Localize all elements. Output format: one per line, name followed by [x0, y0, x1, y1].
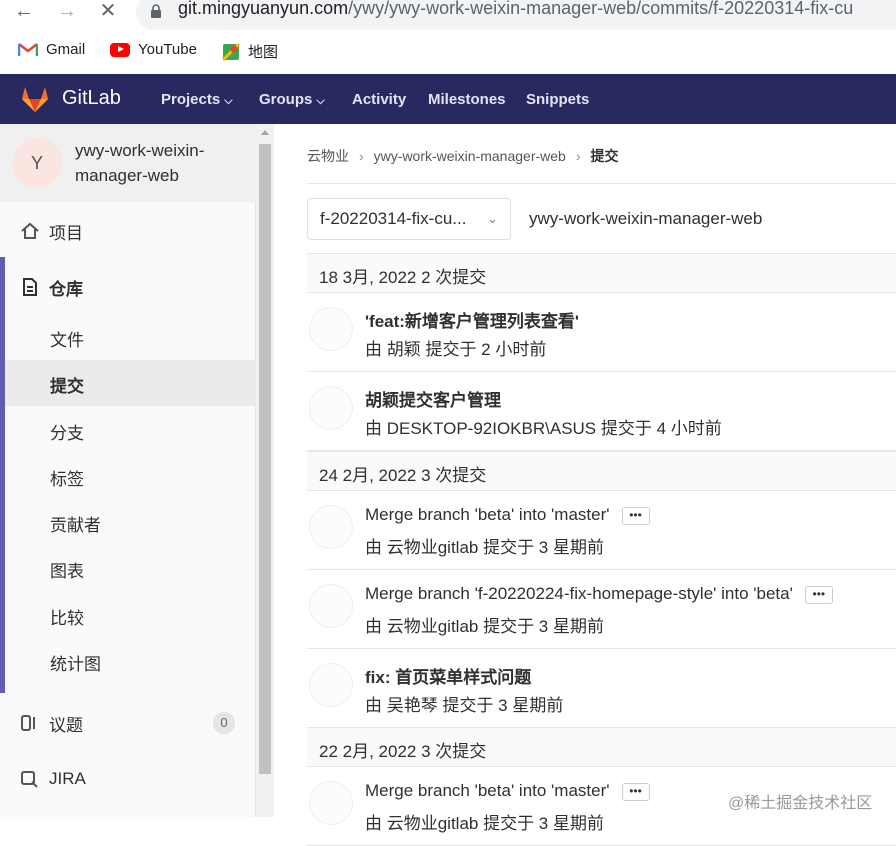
- bookmarks-bar: Gmail YouTube 地图: [0, 36, 896, 68]
- stop-loading-icon[interactable]: ✕: [96, 0, 120, 24]
- commit-meta: 由 胡颖 提交于 2 小时前: [365, 340, 547, 359]
- sidebar-item-jira[interactable]: JIRA: [0, 756, 256, 802]
- nav-projects[interactable]: Projects ⌵: [161, 91, 233, 108]
- chevron-down-icon: ⌵: [224, 95, 233, 107]
- divider: [307, 183, 896, 184]
- nav-activity[interactable]: Activity: [352, 91, 406, 108]
- project-name: ywy-work-weixin-manager-web: [75, 141, 205, 185]
- active-section-indicator: [0, 257, 5, 693]
- sidebar-sub-tags[interactable]: 标签: [0, 453, 256, 499]
- commit-title[interactable]: Merge branch 'beta' into 'master' •••: [365, 505, 650, 525]
- commit-meta: 由 云物业gitlab 提交于 3 星期前: [365, 617, 604, 636]
- sidebar-sub-compare[interactable]: 比较: [0, 592, 256, 638]
- forward-icon[interactable]: →: [55, 0, 79, 24]
- sidebar-sub-files[interactable]: 文件: [0, 314, 256, 360]
- sidebar-item-repository[interactable]: 仓库: [0, 264, 256, 310]
- chevron-right-icon: ›: [359, 148, 364, 164]
- main-content: 云物业 › ywy-work-weixin-manager-web › 提交 f-202…: [274, 124, 896, 846]
- commit-day-header: 18 3月, 2022 2 次提交: [307, 253, 896, 293]
- expand-description-button[interactable]: •••: [621, 782, 650, 801]
- gitlab-logo-icon[interactable]: [20, 85, 50, 113]
- author-avatar[interactable]: [309, 307, 353, 351]
- author-avatar[interactable]: [309, 663, 353, 707]
- commit-row[interactable]: Merge branch 'beta' into 'master' ••• 由 云…: [307, 491, 896, 570]
- sidebar-sub-commits[interactable]: 提交: [0, 360, 256, 406]
- sidebar-scroll-thumb[interactable]: [259, 144, 271, 774]
- project-path: ywy-work-weixin-manager-web: [529, 209, 763, 228]
- scroll-up-arrow-icon[interactable]: [261, 130, 269, 135]
- commit-row[interactable]: Merge branch 'f-20220224-fix-homepage-st…: [307, 570, 896, 649]
- sidebar-scrollbar[interactable]: [256, 124, 274, 817]
- breadcrumb: 云物业 › ywy-work-weixin-manager-web › 提交: [307, 146, 619, 166]
- commit-title[interactable]: 'feat:新增客户管理列表查看': [365, 307, 579, 332]
- commit-title[interactable]: 胡颖提交客户管理: [365, 386, 501, 411]
- commit-title[interactable]: Merge branch 'f-20220224-fix-homepage-st…: [365, 584, 833, 604]
- chevron-right-icon: ›: [575, 148, 581, 164]
- chevron-down-icon: ⌄: [487, 211, 498, 226]
- bookmark-youtube[interactable]: YouTube: [110, 41, 197, 58]
- project-avatar: Y: [12, 138, 62, 188]
- sidebar-project-header[interactable]: Y ywy-work-weixin-manager-web: [0, 124, 256, 202]
- chevron-down-icon: ⌵: [316, 95, 325, 107]
- commit-day-header: 22 2月, 2022 3 次提交: [307, 727, 896, 767]
- commit-meta: 由 云物业gitlab 提交于 3 星期前: [365, 814, 604, 833]
- branch-selector[interactable]: f-20220314-fix-cu... ⌄: [307, 198, 511, 240]
- sidebar-item-project[interactable]: 项目: [0, 208, 256, 254]
- browser-toolbar: ← → ✕ git.mingyuanyun.com/ywy/ywy-work-w…: [0, 0, 896, 74]
- commit-title[interactable]: Merge branch 'beta' into 'master' •••: [365, 781, 650, 801]
- commit-meta: 由 云物业gitlab 提交于 3 星期前: [365, 538, 604, 557]
- breadcrumb-project[interactable]: ywy-work-weixin-manager-web: [374, 148, 566, 164]
- gmail-icon: [18, 43, 38, 56]
- gitlab-navbar: GitLab Projects ⌵ Groups ⌵ Activity Milest…: [0, 74, 896, 124]
- back-icon[interactable]: ←: [12, 0, 36, 24]
- youtube-icon: [110, 42, 130, 57]
- expand-description-button[interactable]: •••: [621, 506, 650, 525]
- project-sidebar: Y ywy-work-weixin-manager-web 项目 仓库 文件 提…: [0, 124, 256, 817]
- commit-meta: 由 DESKTOP-92IOKBR\ASUS 提交于 4 小时前: [365, 419, 722, 438]
- sidebar-sub-contributors[interactable]: 贡献者: [0, 499, 256, 545]
- home-icon: [21, 222, 39, 239]
- commit-day-header: 24 2月, 2022 3 次提交: [307, 451, 896, 491]
- brand-name[interactable]: GitLab: [62, 87, 121, 110]
- url-text[interactable]: git.mingyuanyun.com/ywy/ywy-work-weixin-…: [178, 0, 853, 19]
- commit-row[interactable]: 'feat:新增客户管理列表查看' 由 胡颖 提交于 2 小时前: [307, 293, 896, 372]
- nav-milestones[interactable]: Milestones: [428, 91, 506, 108]
- sidebar-sub-branches[interactable]: 分支: [0, 407, 256, 453]
- document-icon: [23, 278, 37, 296]
- commit-row[interactable]: 胡颖提交客户管理 由 DESKTOP-92IOKBR\ASUS 提交于 4 小时…: [307, 372, 896, 451]
- nav-groups[interactable]: Groups ⌵: [259, 91, 325, 108]
- breadcrumb-current[interactable]: 提交: [591, 148, 619, 164]
- bookmark-gmail[interactable]: Gmail: [18, 41, 85, 58]
- jira-icon: [21, 771, 38, 788]
- author-avatar[interactable]: [309, 584, 353, 628]
- sidebar-sub-charts[interactable]: 统计图: [0, 638, 256, 684]
- commit-meta: 由 吴艳琴 提交于 3 星期前: [365, 696, 564, 715]
- issues-icon: [21, 715, 35, 731]
- author-avatar[interactable]: [309, 386, 353, 430]
- sidebar-item-issues[interactable]: 议题 0: [0, 700, 256, 746]
- author-avatar[interactable]: [309, 505, 353, 549]
- commit-row[interactable]: fix: 首页菜单样式问题 由 吴艳琴 提交于 3 星期前: [307, 649, 896, 728]
- commit-title[interactable]: fix: 首页菜单样式问题: [365, 663, 531, 688]
- expand-description-button[interactable]: •••: [804, 585, 833, 604]
- lock-icon: [151, 4, 161, 18]
- bookmark-maps[interactable]: 地图: [222, 41, 278, 62]
- issues-count-badge: 0: [213, 712, 235, 734]
- breadcrumb-group[interactable]: 云物业: [307, 148, 349, 164]
- author-avatar[interactable]: [309, 781, 353, 825]
- sidebar-sub-graph[interactable]: 图表: [0, 545, 256, 591]
- watermark: @稀土掘金技术社区: [728, 795, 873, 812]
- maps-icon: [222, 42, 240, 61]
- nav-snippets[interactable]: Snippets: [526, 91, 589, 108]
